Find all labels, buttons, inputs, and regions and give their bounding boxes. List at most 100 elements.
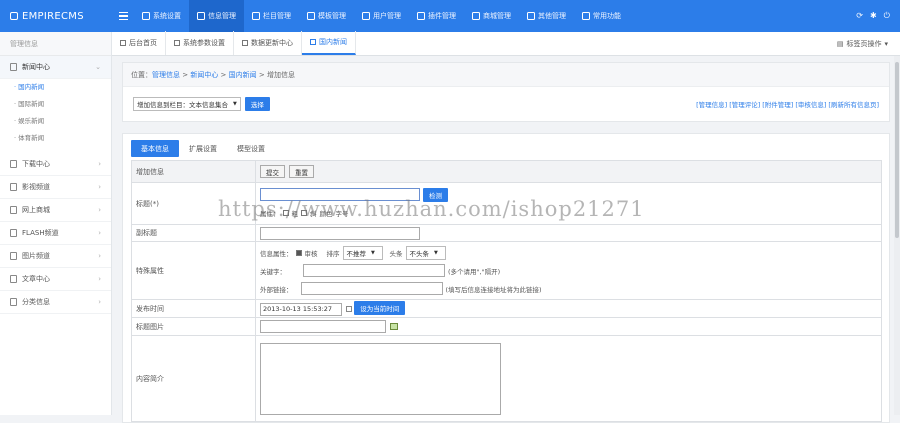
nav-common[interactable]: 常用功能: [574, 0, 629, 32]
form-tab-basic[interactable]: 基本信息: [131, 140, 179, 157]
title-image-input[interactable]: [260, 320, 386, 333]
link-review[interactable]: [审核信息]: [795, 99, 826, 109]
sidebar-item-classified[interactable]: 分类信息 ›: [0, 291, 111, 314]
sidebar-sub-domestic[interactable]: · 国内新闻: [0, 79, 111, 96]
title-input[interactable]: [260, 188, 420, 201]
link-refresh-all[interactable]: [刷新所有信息页]: [828, 99, 879, 109]
top-right-tools: ⟳ ✱ ⏻: [856, 11, 900, 21]
scrollbar[interactable]: [894, 56, 900, 415]
color-picker[interactable]: 颜色: [320, 208, 333, 218]
publish-time-label: 发布时间: [131, 299, 256, 318]
tab-domestic-news[interactable]: 国内新闻: [302, 31, 356, 55]
tab-system-params[interactable]: 系统参数设置: [166, 31, 234, 55]
headline-select[interactable]: 不头条 ▼: [405, 245, 446, 260]
sidebar-item-article[interactable]: 文章中心 ›: [0, 268, 111, 291]
summary-textarea[interactable]: [260, 342, 501, 415]
set-now-button[interactable]: 设为当前时间: [354, 301, 406, 316]
image-select-icon[interactable]: [390, 323, 398, 330]
form-tab-model[interactable]: 模型设置: [227, 140, 275, 157]
crumb-link-manage[interactable]: 管理信息: [152, 71, 180, 79]
location-panel: 位置：管理信息 > 新闻中心 > 国内新闻 > 增加信息 增加信息到栏目：文本信…: [122, 62, 890, 122]
crumb-link-news[interactable]: 新闻中心: [190, 71, 218, 79]
scrollbar-thumb[interactable]: [895, 62, 899, 238]
chevron-right-icon: ›: [98, 298, 101, 306]
sidebar-item-news[interactable]: 新闻中心 ⌄: [0, 56, 111, 79]
subtitle-label: 副标题: [131, 224, 256, 242]
tabs-menu-icon: ▤: [836, 39, 844, 48]
nav-column[interactable]: 栏目管理: [244, 0, 299, 32]
logo-icon: [10, 12, 18, 20]
publish-time-input[interactable]: 2013-10-13 15:53:27: [260, 302, 342, 316]
form-head-label: 增加信息: [131, 160, 256, 183]
settings-icon[interactable]: ✱: [870, 11, 877, 21]
crumb-link-domestic[interactable]: 国内新闻: [229, 71, 257, 79]
sidebar: 管理信息 新闻中心 ⌄ · 国内新闻 · 国际新闻 · 娱乐新闻 · 体育新闻 下…: [0, 32, 112, 415]
form-tab-extended[interactable]: 扩展设置: [179, 140, 227, 157]
brand-name: EMPIRECMS: [22, 10, 84, 22]
page-icon: [174, 40, 180, 46]
toolbar-links: [管理信息] [管理评论] [附件管理] [审核信息] [刷新所有信息页]: [696, 99, 879, 109]
sidebar-item-download[interactable]: 下载中心 ›: [0, 153, 111, 176]
file-icon: [10, 298, 17, 306]
brand: EMPIRECMS: [0, 11, 112, 22]
sidebar-item-photo[interactable]: 图片频道 ›: [0, 245, 111, 268]
calendar-icon[interactable]: [346, 306, 352, 313]
nav-template[interactable]: 模板管理: [299, 0, 354, 32]
sidebar-item-flash[interactable]: FLASH频道 ›: [0, 222, 111, 245]
submit-button[interactable]: 提交: [260, 165, 285, 178]
chevron-down-icon: ⌄: [95, 63, 101, 71]
italic-checkbox[interactable]: [301, 209, 307, 216]
chevron-down-icon: ▾: [884, 39, 888, 48]
page-tabs: 后台首页 系统参数设置 数据更新中心 国内新闻 ▤ 标签页操作 ▾: [112, 31, 900, 56]
file-icon: [10, 160, 17, 168]
tab-data-update[interactable]: 数据更新中心: [234, 31, 302, 55]
sliders-icon: [582, 12, 590, 20]
sidebar-item-shop[interactable]: 网上商城 ›: [0, 199, 111, 222]
external-link-input[interactable]: [300, 282, 443, 295]
keywords-input[interactable]: [303, 264, 445, 277]
chevron-down-icon: ▼: [233, 101, 237, 107]
file-icon: [10, 229, 17, 237]
sidebar-sub-entertainment[interactable]: · 娱乐新闻: [0, 113, 111, 130]
page-icon: [120, 40, 126, 46]
nav-other[interactable]: 其他管理: [519, 0, 574, 32]
font-size-select[interactable]: 字号: [336, 208, 349, 218]
chevron-right-icon: ›: [98, 252, 101, 260]
sidebar-sub-international[interactable]: · 国际新闻: [0, 96, 111, 113]
chevron-right-icon: ›: [98, 206, 101, 214]
file-icon: [10, 63, 17, 71]
tab-home[interactable]: 后台首页: [112, 31, 166, 55]
subtitle-input[interactable]: [260, 226, 420, 240]
nav-shop[interactable]: 商城管理: [464, 0, 519, 32]
wrench-icon: [527, 12, 535, 20]
link-attachments[interactable]: [附件管理]: [762, 99, 793, 109]
bold-checkbox[interactable]: [282, 209, 289, 216]
form-tabs: 基本信息 扩展设置 模型设置: [123, 134, 889, 160]
nav-system[interactable]: 系统设置: [134, 0, 189, 32]
link-manage-info[interactable]: [管理信息]: [696, 99, 727, 109]
recommend-select[interactable]: 不推荐 ▼: [342, 245, 383, 260]
summary-label: 内容简介: [131, 335, 256, 422]
chevron-right-icon: ›: [98, 183, 101, 191]
check-title-button[interactable]: 检测: [423, 187, 448, 202]
top-bar: EMPIRECMS 系统设置 信息管理 栏目管理 模板管理 用户管理 插件管理 …: [0, 0, 900, 32]
power-icon[interactable]: ⏻: [884, 11, 890, 21]
page-icon: [310, 39, 316, 45]
sidebar-sub-sports[interactable]: · 体育新闻: [0, 130, 111, 147]
nav-info[interactable]: 信息管理: [189, 0, 244, 32]
tab-operations[interactable]: ▤ 标签页操作 ▾: [837, 39, 900, 49]
nav-plugin[interactable]: 插件管理: [409, 0, 464, 32]
menu-toggle-icon[interactable]: [112, 11, 134, 21]
link-manage-comments[interactable]: [管理评论]: [729, 99, 760, 109]
list-icon: [252, 12, 260, 20]
review-checkbox[interactable]: [295, 249, 302, 256]
user-icon: [362, 12, 370, 20]
refresh-icon[interactable]: ⟳: [856, 11, 863, 21]
file-icon: [10, 206, 17, 214]
reset-button[interactable]: 重置: [289, 165, 314, 178]
select-column-button[interactable]: 选择: [244, 97, 270, 111]
column-select[interactable]: 增加信息到栏目：文本信息集合 ▼: [133, 97, 241, 111]
top-nav: 系统设置 信息管理 栏目管理 模板管理 用户管理 插件管理 商城管理 其他管理 …: [134, 0, 629, 32]
sidebar-item-movie[interactable]: 影视频道 ›: [0, 176, 111, 199]
nav-user[interactable]: 用户管理: [354, 0, 409, 32]
